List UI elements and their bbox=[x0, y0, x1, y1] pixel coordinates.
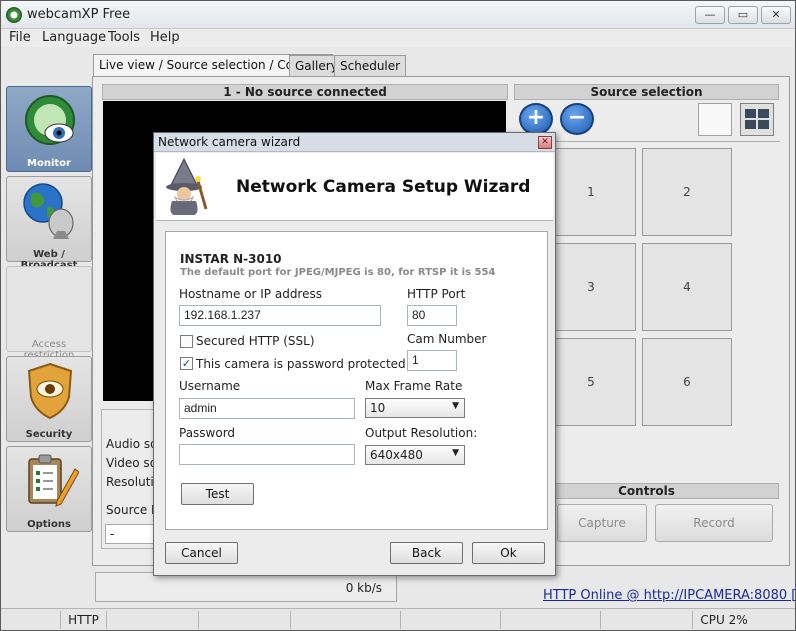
clipboard-pencil-icon bbox=[28, 454, 79, 507]
single-view-button[interactable] bbox=[698, 103, 732, 136]
wizard-form: INSTAR N-3010 The default port for JPEG/… bbox=[165, 231, 548, 530]
menu-file[interactable]: File bbox=[9, 30, 31, 45]
statusbar-cpu: CPU 2% bbox=[700, 613, 748, 627]
sidebar-item-label: Monitor bbox=[27, 158, 71, 169]
restore-button[interactable]: ▭ bbox=[728, 6, 758, 24]
output-resolution-label: Output Resolution: bbox=[365, 426, 478, 440]
source-cell-3[interactable]: 3 bbox=[546, 243, 636, 331]
statusbar-segment bbox=[401, 611, 501, 629]
menu-tools[interactable]: Tools bbox=[108, 30, 140, 45]
http-port-label: HTTP Port bbox=[407, 287, 466, 301]
cam-number-label: Cam Number bbox=[407, 332, 487, 346]
statusbar-segment bbox=[501, 611, 601, 629]
menu-bar: File Language Tools Help bbox=[1, 29, 795, 47]
statusbar-segment bbox=[107, 611, 199, 629]
http-online-link[interactable]: HTTP Online @ http://IPCAMERA:8080 [0] bbox=[543, 588, 796, 603]
sidebar-item-web-broadcast[interactable]: Web / Broadcast bbox=[6, 176, 92, 271]
record-button[interactable]: Record bbox=[655, 504, 773, 542]
hostname-input[interactable]: 192.168.1.237 bbox=[179, 305, 381, 326]
webcamxp-logo-icon bbox=[6, 7, 22, 23]
grid-view-button[interactable] bbox=[740, 103, 774, 136]
secured-http-checkbox[interactable] bbox=[180, 335, 193, 348]
status-bar: HTTP CPU 2% bbox=[1, 608, 795, 630]
close-window-button[interactable]: ✕ bbox=[761, 6, 791, 24]
tab-scheduler[interactable]: Scheduler bbox=[334, 55, 407, 76]
cam-number-input[interactable]: 1 bbox=[407, 350, 457, 371]
statusbar-segment bbox=[601, 611, 693, 629]
back-button[interactable]: Back bbox=[390, 542, 463, 564]
sidebar-item-label: Options bbox=[27, 519, 71, 530]
http-port-input[interactable]: 80 bbox=[407, 305, 457, 326]
network-camera-wizard-dialog: Network camera wizard ✕ Network Camera S… bbox=[153, 132, 556, 576]
output-resolution-value: 640x480 bbox=[370, 448, 423, 462]
eye-icon bbox=[25, 95, 75, 145]
grid-icon bbox=[745, 109, 769, 129]
sidebar-item-access-restriction[interactable]: Access restriction bbox=[6, 266, 92, 361]
test-button[interactable]: Test bbox=[181, 483, 254, 505]
max-frame-rate-select[interactable]: 10 ▼ bbox=[365, 398, 465, 418]
bandwidth-display: 0 kb/s bbox=[95, 572, 397, 602]
wizard-icon bbox=[166, 157, 208, 215]
title-bar: webcamXP Free — ▭ ✕ bbox=[1, 1, 795, 29]
dialog-title-bar: Network camera wizard ✕ bbox=[154, 133, 555, 152]
password-label: Password bbox=[179, 426, 236, 440]
password-input[interactable] bbox=[179, 444, 355, 465]
capture-button[interactable]: Capture bbox=[557, 504, 647, 542]
chevron-down-icon: ▼ bbox=[452, 448, 459, 458]
shield-eye-icon bbox=[27, 362, 73, 420]
port-hint: The default port for JPEG/MJPEG is 80, f… bbox=[180, 267, 496, 278]
cancel-button[interactable]: Cancel bbox=[165, 542, 238, 564]
dialog-close-button[interactable]: ✕ bbox=[538, 136, 552, 149]
password-protected-label: This camera is password protected bbox=[196, 357, 406, 371]
source-cell-6[interactable]: 6 bbox=[642, 338, 732, 426]
output-resolution-select[interactable]: 640x480 ▼ bbox=[365, 445, 465, 465]
camera-model: INSTAR N-3010 bbox=[180, 252, 282, 266]
statusbar-segment bbox=[199, 611, 291, 629]
source-cell-4[interactable]: 4 bbox=[642, 243, 732, 331]
sidebar-item-label: Security bbox=[25, 429, 73, 440]
max-frame-rate-value: 10 bbox=[370, 401, 386, 415]
source-cell-1[interactable]: 1 bbox=[546, 148, 636, 236]
add-source-button[interactable]: + bbox=[519, 103, 553, 135]
menu-language[interactable]: Language bbox=[42, 30, 106, 45]
password-protected-checkbox[interactable]: ✓ bbox=[180, 357, 193, 370]
source-selection-header: Source selection bbox=[514, 84, 779, 100]
ok-button[interactable]: Ok bbox=[472, 542, 545, 564]
minimize-button[interactable]: — bbox=[695, 6, 725, 24]
dialog-title: Network camera wizard bbox=[158, 135, 301, 149]
sidebar-item-options[interactable]: Options bbox=[6, 446, 92, 532]
secured-http-label: Secured HTTP (SSL) bbox=[196, 334, 315, 348]
username-input[interactable]: admin bbox=[179, 398, 355, 419]
statusbar-protocol: HTTP bbox=[61, 611, 107, 629]
menu-help[interactable]: Help bbox=[150, 30, 180, 45]
chevron-down-icon: ▼ bbox=[452, 401, 459, 411]
globe-dish-icon bbox=[23, 183, 74, 239]
dialog-banner: Network Camera Setup Wizard bbox=[156, 153, 553, 221]
dialog-heading: Network Camera Setup Wizard bbox=[236, 177, 531, 197]
source-cell-2[interactable]: 2 bbox=[642, 148, 732, 236]
hostname-label: Hostname or IP address bbox=[179, 287, 322, 301]
sidebar-item-monitor[interactable]: Monitor bbox=[6, 86, 92, 172]
statusbar-segment bbox=[1, 611, 61, 629]
statusbar-segment bbox=[291, 611, 401, 629]
app-title: webcamXP Free bbox=[27, 7, 131, 22]
sidebar-item-security[interactable]: Security bbox=[6, 356, 92, 442]
source-cell-5[interactable]: 5 bbox=[546, 338, 636, 426]
remove-source-button[interactable]: − bbox=[560, 103, 594, 135]
username-label: Username bbox=[179, 379, 241, 393]
live-view-header: 1 - No source connected bbox=[102, 84, 508, 100]
max-frame-rate-label: Max Frame Rate bbox=[365, 379, 463, 393]
